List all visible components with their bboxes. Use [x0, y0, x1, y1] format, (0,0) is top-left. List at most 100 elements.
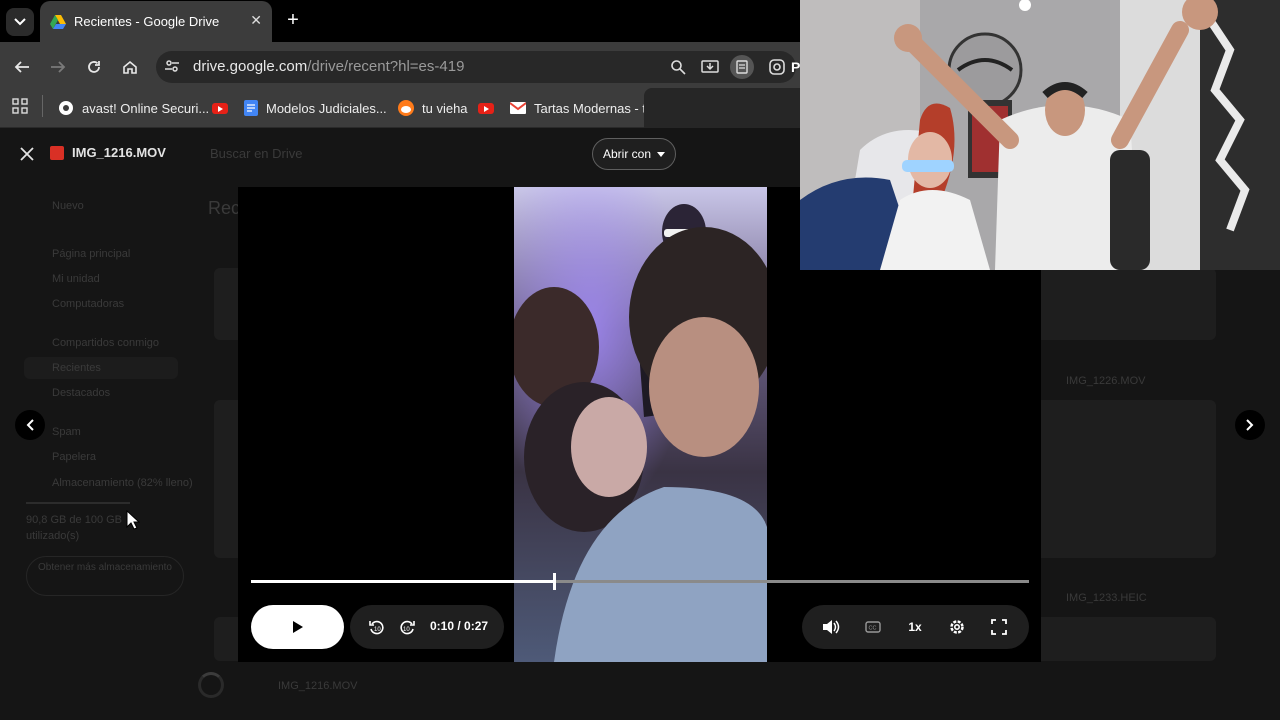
storage-subtext: utilizado(s) — [26, 530, 80, 542]
gmail-icon — [510, 102, 526, 114]
url-text[interactable]: drive.google.com/drive/recent?hl=es-419 — [193, 58, 464, 75]
fullscreen-icon — [991, 619, 1007, 635]
youtube-icon — [212, 102, 228, 114]
svg-text:10: 10 — [374, 627, 381, 633]
storage-bar — [26, 502, 130, 504]
file-label: IMG_1216.MOV — [278, 680, 358, 692]
doc-icon — [244, 100, 258, 116]
bookmark-label: avast! Online Securi... — [82, 100, 210, 116]
progress-fill — [251, 580, 554, 583]
loading-spinner-icon — [198, 672, 224, 698]
drive-nav-computers[interactable]: Computadoras — [52, 298, 124, 310]
zoom-icon[interactable] — [670, 59, 686, 80]
drive-nav-starred[interactable]: Destacados — [52, 387, 110, 399]
captions-icon: CC — [865, 621, 881, 633]
caret-down-icon — [657, 151, 666, 157]
volume-icon — [823, 620, 840, 634]
chevron-down-icon — [14, 18, 26, 26]
profile-initial[interactable]: P — [791, 59, 800, 75]
url-host: drive.google.com — [193, 58, 308, 75]
open-with-label: Abrir con — [602, 147, 652, 161]
settings-button[interactable] — [947, 617, 967, 637]
video-content-image — [514, 187, 767, 662]
home-button[interactable] — [117, 54, 143, 80]
youtube-icon — [478, 102, 494, 114]
file-label: IMG_1233.HEIC — [1066, 592, 1147, 604]
chevron-left-icon — [26, 419, 34, 431]
install-app-icon[interactable] — [701, 58, 719, 81]
video-frame[interactable] — [514, 187, 767, 662]
reload-icon — [88, 61, 100, 73]
svg-text:10: 10 — [403, 627, 410, 633]
drive-nav-recent[interactable]: Recientes — [52, 362, 101, 374]
next-file-button[interactable] — [1235, 410, 1265, 440]
fullscreen-button[interactable] — [989, 617, 1009, 637]
webcam-overlay — [800, 0, 1280, 270]
drive-nav-trash[interactable]: Papelera — [52, 451, 96, 463]
storage-text: 90,8 GB de 100 GB — [26, 514, 123, 526]
arrow-right-icon — [51, 61, 66, 73]
drive-nav-storage[interactable]: Almacenamiento (82% lleno) — [52, 477, 193, 489]
play-icon — [292, 621, 303, 633]
new-tab-button[interactable]: + — [282, 9, 304, 31]
drive-nav-shared[interactable]: Compartidos conmigo — [52, 337, 159, 349]
file-label: IMG_1226.MOV — [1066, 375, 1146, 387]
drive-page-heading: Rec — [208, 198, 241, 218]
back-button[interactable] — [9, 54, 35, 80]
bookmark-divider — [42, 95, 43, 117]
drive-nav-active-bg — [24, 357, 178, 379]
time-total: / 0:27 — [457, 619, 489, 633]
fast-forward-icon: 10 — [400, 620, 415, 635]
bookmark-label: Tartas Modernas - t... — [534, 100, 657, 116]
site-info-icon[interactable] — [164, 58, 180, 79]
previous-file-button[interactable] — [15, 410, 45, 440]
tab-search-button[interactable] — [6, 8, 34, 36]
rewind-10-button[interactable]: 10 — [367, 617, 387, 637]
arrow-left-icon — [14, 61, 29, 73]
close-viewer-button[interactable] — [16, 143, 38, 165]
time-current: 0:10 — [430, 619, 455, 633]
apps-grid-icon[interactable] — [12, 98, 28, 119]
webcam-image — [800, 0, 1280, 270]
rewind-icon: 10 — [369, 620, 384, 635]
playback-speed-button[interactable]: 1x — [905, 617, 925, 637]
google-drive-icon — [50, 14, 66, 29]
bookmark-label: tu vieha — [422, 100, 468, 116]
close-tab-icon[interactable]: ✕ — [250, 12, 262, 29]
bookmark-youtube-2[interactable] — [478, 97, 494, 119]
tab-recientes[interactable]: Recientes - Google Drive ✕ — [40, 1, 272, 42]
play-button[interactable] — [251, 605, 344, 649]
bookmark-label: Modelos Judiciales... — [266, 100, 387, 116]
get-storage-label: Obtener más almacenamiento — [38, 562, 172, 573]
drive-nav-home[interactable]: Página principal — [52, 248, 130, 260]
avast-icon — [59, 101, 73, 115]
open-with-button[interactable]: Abrir con — [592, 138, 676, 170]
drive-search-input[interactable]: Buscar en Drive — [210, 146, 302, 161]
tab-title: Recientes - Google Drive — [74, 14, 220, 29]
viewer-file-title: IMG_1216.MOV — [72, 145, 166, 160]
drive-nav-new[interactable]: Nuevo — [52, 200, 84, 212]
reload-button[interactable] — [81, 54, 107, 80]
bookmark-modelos[interactable]: Modelos Judiciales... — [244, 97, 387, 119]
drive-nav-my-drive[interactable]: Mi unidad — [52, 273, 100, 285]
reading-mode-icon[interactable] — [730, 55, 754, 79]
mouse-cursor-icon — [126, 509, 141, 535]
close-icon — [20, 147, 34, 161]
forward-button[interactable] — [45, 54, 71, 80]
home-icon — [123, 60, 137, 74]
forward-10-button[interactable]: 10 — [397, 617, 417, 637]
bookmark-tartas[interactable]: Tartas Modernas - t... — [510, 97, 657, 119]
chevron-right-icon — [1246, 419, 1254, 431]
gear-icon — [950, 620, 964, 634]
reddit-icon — [398, 100, 414, 116]
volume-button[interactable] — [821, 617, 841, 637]
drive-nav-spam[interactable]: Spam — [52, 426, 81, 438]
bookmark-tu-vieha[interactable]: tu vieha — [398, 97, 468, 119]
time-display: 0:10 / 0:27 — [430, 619, 488, 633]
bookmark-youtube-1[interactable] — [212, 97, 228, 119]
lens-icon[interactable] — [768, 58, 786, 81]
svg-text:CC: CC — [869, 626, 877, 632]
bookmark-avast[interactable]: avast! Online Securi... — [58, 97, 209, 119]
captions-button[interactable]: CC — [863, 617, 883, 637]
progress-scrubber[interactable] — [553, 573, 556, 590]
